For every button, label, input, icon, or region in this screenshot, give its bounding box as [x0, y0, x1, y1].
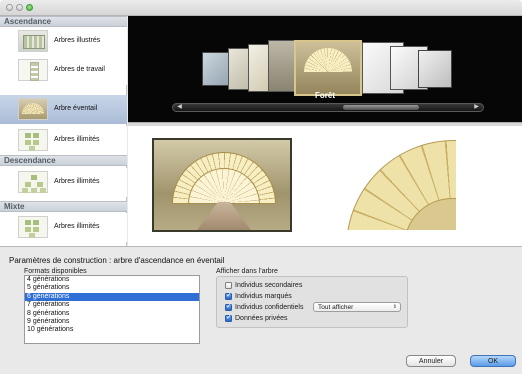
sidebar-item-fan-chart[interactable]: Arbre éventail — [0, 95, 127, 124]
sidebar-item-label: Arbres illustrés — [54, 37, 101, 44]
unlimited-tree-icon — [18, 129, 48, 151]
illustrated-tree-icon — [18, 30, 48, 52]
sidebar-item-label: Arbres illimités — [54, 223, 100, 230]
option-label: Individus confidentiels — [235, 304, 304, 311]
close-window-button[interactable] — [6, 4, 13, 11]
format-item[interactable]: 10 générations — [25, 326, 199, 334]
confidential-individuals-checkbox[interactable] — [225, 302, 232, 311]
marked-individuals-checkbox[interactable] — [225, 291, 232, 300]
private-data-checkbox[interactable] — [225, 313, 232, 322]
option-label: Données privées — [235, 315, 288, 322]
sidebar-item-illustrated-trees[interactable]: Arbres illustrés — [0, 27, 127, 56]
confidential-display-select[interactable]: Tout afficher ⇕ — [313, 302, 401, 312]
confidential-individuals-option[interactable]: Individus confidentiels — [225, 302, 304, 312]
format-item[interactable]: 5 générations — [25, 284, 199, 292]
sidebar-item-unlimited-ascendant-trees[interactable]: Arbres illimités — [0, 126, 127, 155]
coverflow-item-selected[interactable] — [294, 40, 362, 96]
cancel-button[interactable]: Annuler — [406, 355, 456, 367]
sidebar-item-working-trees[interactable]: Arbres de travail — [0, 56, 127, 85]
style-coverflow[interactable]: Forêt ◀ ▶ — [128, 16, 522, 122]
sidebar-item-label: Arbre éventail — [54, 105, 98, 112]
select-value: Tout afficher — [318, 304, 354, 311]
coverflow-scroll-knob[interactable] — [343, 105, 419, 110]
minimize-window-button[interactable] — [16, 4, 23, 11]
secondary-individuals-option[interactable]: Individus secondaires — [225, 281, 302, 290]
app-window: Ascendance Arbres illustrés Arbres de tr… — [0, 0, 522, 374]
working-tree-icon — [18, 59, 48, 81]
fan-chart-icon — [18, 98, 48, 120]
chevron-left-icon[interactable]: ◀ — [175, 104, 184, 111]
section-header-ascendance: Ascendance — [0, 16, 127, 27]
zoom-window-button[interactable] — [26, 4, 33, 11]
preview-area — [128, 126, 522, 246]
coverflow-scrollbar[interactable]: ◀ ▶ — [172, 103, 484, 112]
coverflow-current-label: Forêt — [315, 91, 335, 100]
format-item[interactable]: 7 générations — [25, 301, 199, 309]
section-header-mixte: Mixte — [0, 201, 127, 212]
format-item[interactable]: 9 générations — [25, 318, 199, 326]
build-settings-panel: Paramètres de construction : arbre d'asc… — [0, 246, 522, 374]
display-options-box: Individus secondaires Individus marqués … — [216, 276, 408, 328]
fan-chart-detail-preview-image — [344, 138, 456, 230]
formats-label: Formats disponibles — [24, 268, 87, 275]
section-header-descendance: Descendance — [0, 155, 127, 166]
option-label: Individus marqués — [235, 293, 292, 300]
coverflow-item[interactable] — [418, 50, 452, 88]
option-label: Individus secondaires — [235, 282, 303, 289]
sidebar-item-unlimited-descendant-trees[interactable]: Arbres illimités — [0, 168, 127, 197]
sidebar-item-label: Arbres illimités — [54, 178, 100, 185]
updown-arrows-icon: ⇕ — [392, 304, 397, 310]
secondary-individuals-checkbox[interactable] — [225, 282, 232, 289]
sidebar-item-label: Arbres de travail — [54, 66, 105, 73]
ok-button[interactable]: OK — [470, 355, 516, 367]
format-item[interactable]: 4 générations — [25, 276, 199, 284]
sidebar-item-unlimited-mixed-trees[interactable]: Arbres illimités — [0, 213, 127, 242]
private-data-option[interactable]: Données privées — [225, 313, 288, 323]
format-item-selected[interactable]: 6 générations — [25, 292, 199, 302]
chart-type-sidebar: Ascendance Arbres illustrés Arbres de tr… — [0, 16, 127, 246]
format-item[interactable]: 8 générations — [25, 310, 199, 318]
chevron-right-icon[interactable]: ▶ — [472, 104, 481, 111]
build-settings-title: Paramètres de construction : arbre d'asc… — [9, 256, 225, 265]
marked-individuals-option[interactable]: Individus marqués — [225, 291, 292, 301]
descendant-tree-icon — [18, 171, 48, 193]
sidebar-item-label: Arbres illimités — [54, 136, 100, 143]
title-bar — [0, 0, 522, 16]
fan-chart-preview-image — [152, 138, 292, 232]
mixed-tree-icon — [18, 216, 48, 238]
formats-list[interactable]: 4 générations 5 générations 6 génération… — [24, 275, 200, 344]
display-in-tree-label: Afficher dans l'arbre — [216, 268, 278, 275]
